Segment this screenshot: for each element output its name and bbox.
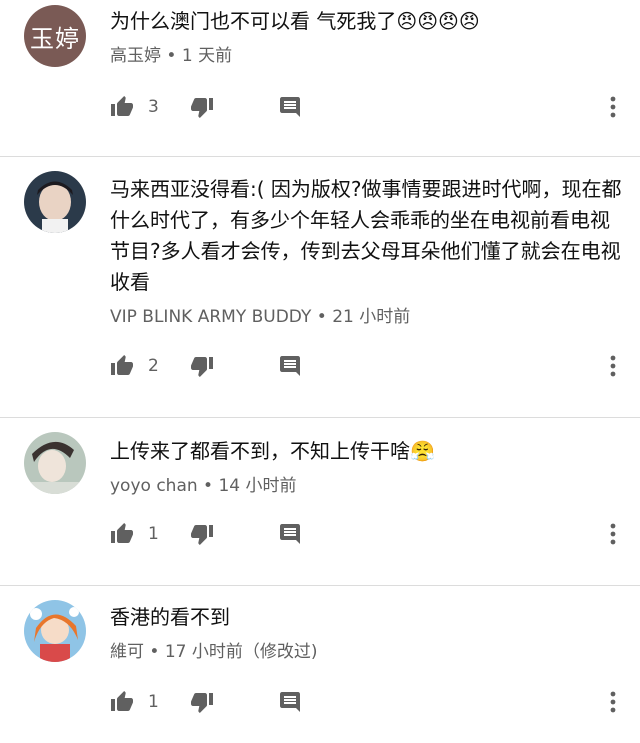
comment-time: 21 小时前 [332, 307, 411, 327]
more-vert-icon [610, 523, 616, 545]
more-vert-icon [610, 96, 616, 118]
dislike-button[interactable] [190, 95, 278, 119]
comment-meta: VIP BLINK ARMY BUDDY • 21 小时前 [110, 306, 624, 328]
thumb-up-icon [110, 354, 134, 378]
comment-actions: 1 [110, 687, 620, 717]
thumb-up-icon [110, 522, 134, 546]
like-count: 1 [148, 692, 159, 712]
meta-separator: • [203, 476, 214, 496]
like-count: 3 [148, 97, 159, 117]
like-button[interactable]: 3 [110, 95, 190, 119]
comment-actions: 1 [110, 519, 620, 549]
comment-time: 14 小时前 [218, 476, 297, 496]
comment-time: 1 天前 [181, 46, 233, 66]
meta-separator: • [166, 46, 177, 66]
like-button[interactable]: 1 [110, 690, 190, 714]
author-name[interactable]: 高玉婷 [110, 46, 161, 66]
thumb-down-icon [190, 522, 214, 546]
comment-3: 上传来了都看不到，不知上传干啥😤 yoyo chan • 14 小时前 1 [0, 418, 640, 585]
thumb-up-icon [110, 95, 134, 119]
reply-icon [278, 95, 302, 119]
dislike-button[interactable] [190, 690, 278, 714]
dislike-button[interactable] [190, 522, 278, 546]
meta-separator: • [316, 307, 327, 327]
reply-icon [278, 690, 302, 714]
comment-time: 17 小时前（修改过) [164, 642, 318, 662]
comment-meta: yoyo chan • 14 小时前 [110, 475, 624, 497]
reply-icon [278, 354, 302, 378]
comment-meta: 維可 • 17 小时前（修改过) [110, 641, 624, 663]
thumb-down-icon [190, 354, 214, 378]
comment-actions: 2 [110, 351, 620, 381]
thumb-up-icon [110, 690, 134, 714]
comment-1: 玉婷 为什么澳门也不可以看 气死我了😠😠😠😠 高玉婷 • 1 天前 3 [0, 0, 640, 156]
author-name[interactable]: VIP BLINK ARMY BUDDY [110, 307, 311, 327]
comment-text: 香港的看不到 [110, 605, 230, 629]
author-name[interactable]: 維可 [110, 642, 144, 662]
more-options-button[interactable] [610, 355, 616, 377]
like-count: 1 [148, 524, 159, 544]
thumb-down-icon [190, 95, 214, 119]
avatar[interactable] [24, 432, 86, 494]
like-count: 2 [148, 356, 159, 376]
like-button[interactable]: 1 [110, 522, 190, 546]
more-options-button[interactable] [610, 96, 616, 118]
comment-body: 香港的看不到 維可 • 17 小时前（修改过) [110, 602, 624, 663]
more-vert-icon [610, 355, 616, 377]
meta-separator: • [149, 642, 160, 662]
like-button[interactable]: 2 [110, 354, 190, 378]
more-options-button[interactable] [610, 691, 616, 713]
comment-body: 马来西亚没得看:( 因为版权?做事情要跟进时代啊，现在都什么时代了，有多少个年轻… [110, 174, 624, 328]
avatar[interactable]: 玉婷 [24, 5, 86, 67]
comment-text: 上传来了都看不到，不知上传干啥😤 [110, 439, 435, 463]
avatar[interactable] [24, 600, 86, 662]
comment-body: 上传来了都看不到，不知上传干啥😤 yoyo chan • 14 小时前 [110, 436, 624, 497]
comment-2: 马来西亚没得看:( 因为版权?做事情要跟进时代啊，现在都什么时代了，有多少个年轻… [0, 157, 640, 417]
comment-meta: 高玉婷 • 1 天前 [110, 45, 624, 67]
comment-4: 香港的看不到 維可 • 17 小时前（修改过) 1 [0, 586, 640, 743]
reply-button[interactable] [278, 690, 302, 714]
comment-body: 为什么澳门也不可以看 气死我了😠😠😠😠 高玉婷 • 1 天前 [110, 6, 624, 67]
reply-button[interactable] [278, 522, 302, 546]
comment-actions: 3 [110, 92, 620, 122]
more-options-button[interactable] [610, 523, 616, 545]
avatar[interactable] [24, 171, 86, 233]
comment-text: 为什么澳门也不可以看 气死我了😠😠😠😠 [110, 9, 480, 33]
thumb-down-icon [190, 690, 214, 714]
author-name[interactable]: yoyo chan [110, 476, 198, 496]
reply-button[interactable] [278, 354, 302, 378]
comment-text: 马来西亚没得看:( 因为版权?做事情要跟进时代啊，现在都什么时代了，有多少个年轻… [110, 177, 622, 294]
more-vert-icon [610, 691, 616, 713]
reply-button[interactable] [278, 95, 302, 119]
reply-icon [278, 522, 302, 546]
dislike-button[interactable] [190, 354, 278, 378]
